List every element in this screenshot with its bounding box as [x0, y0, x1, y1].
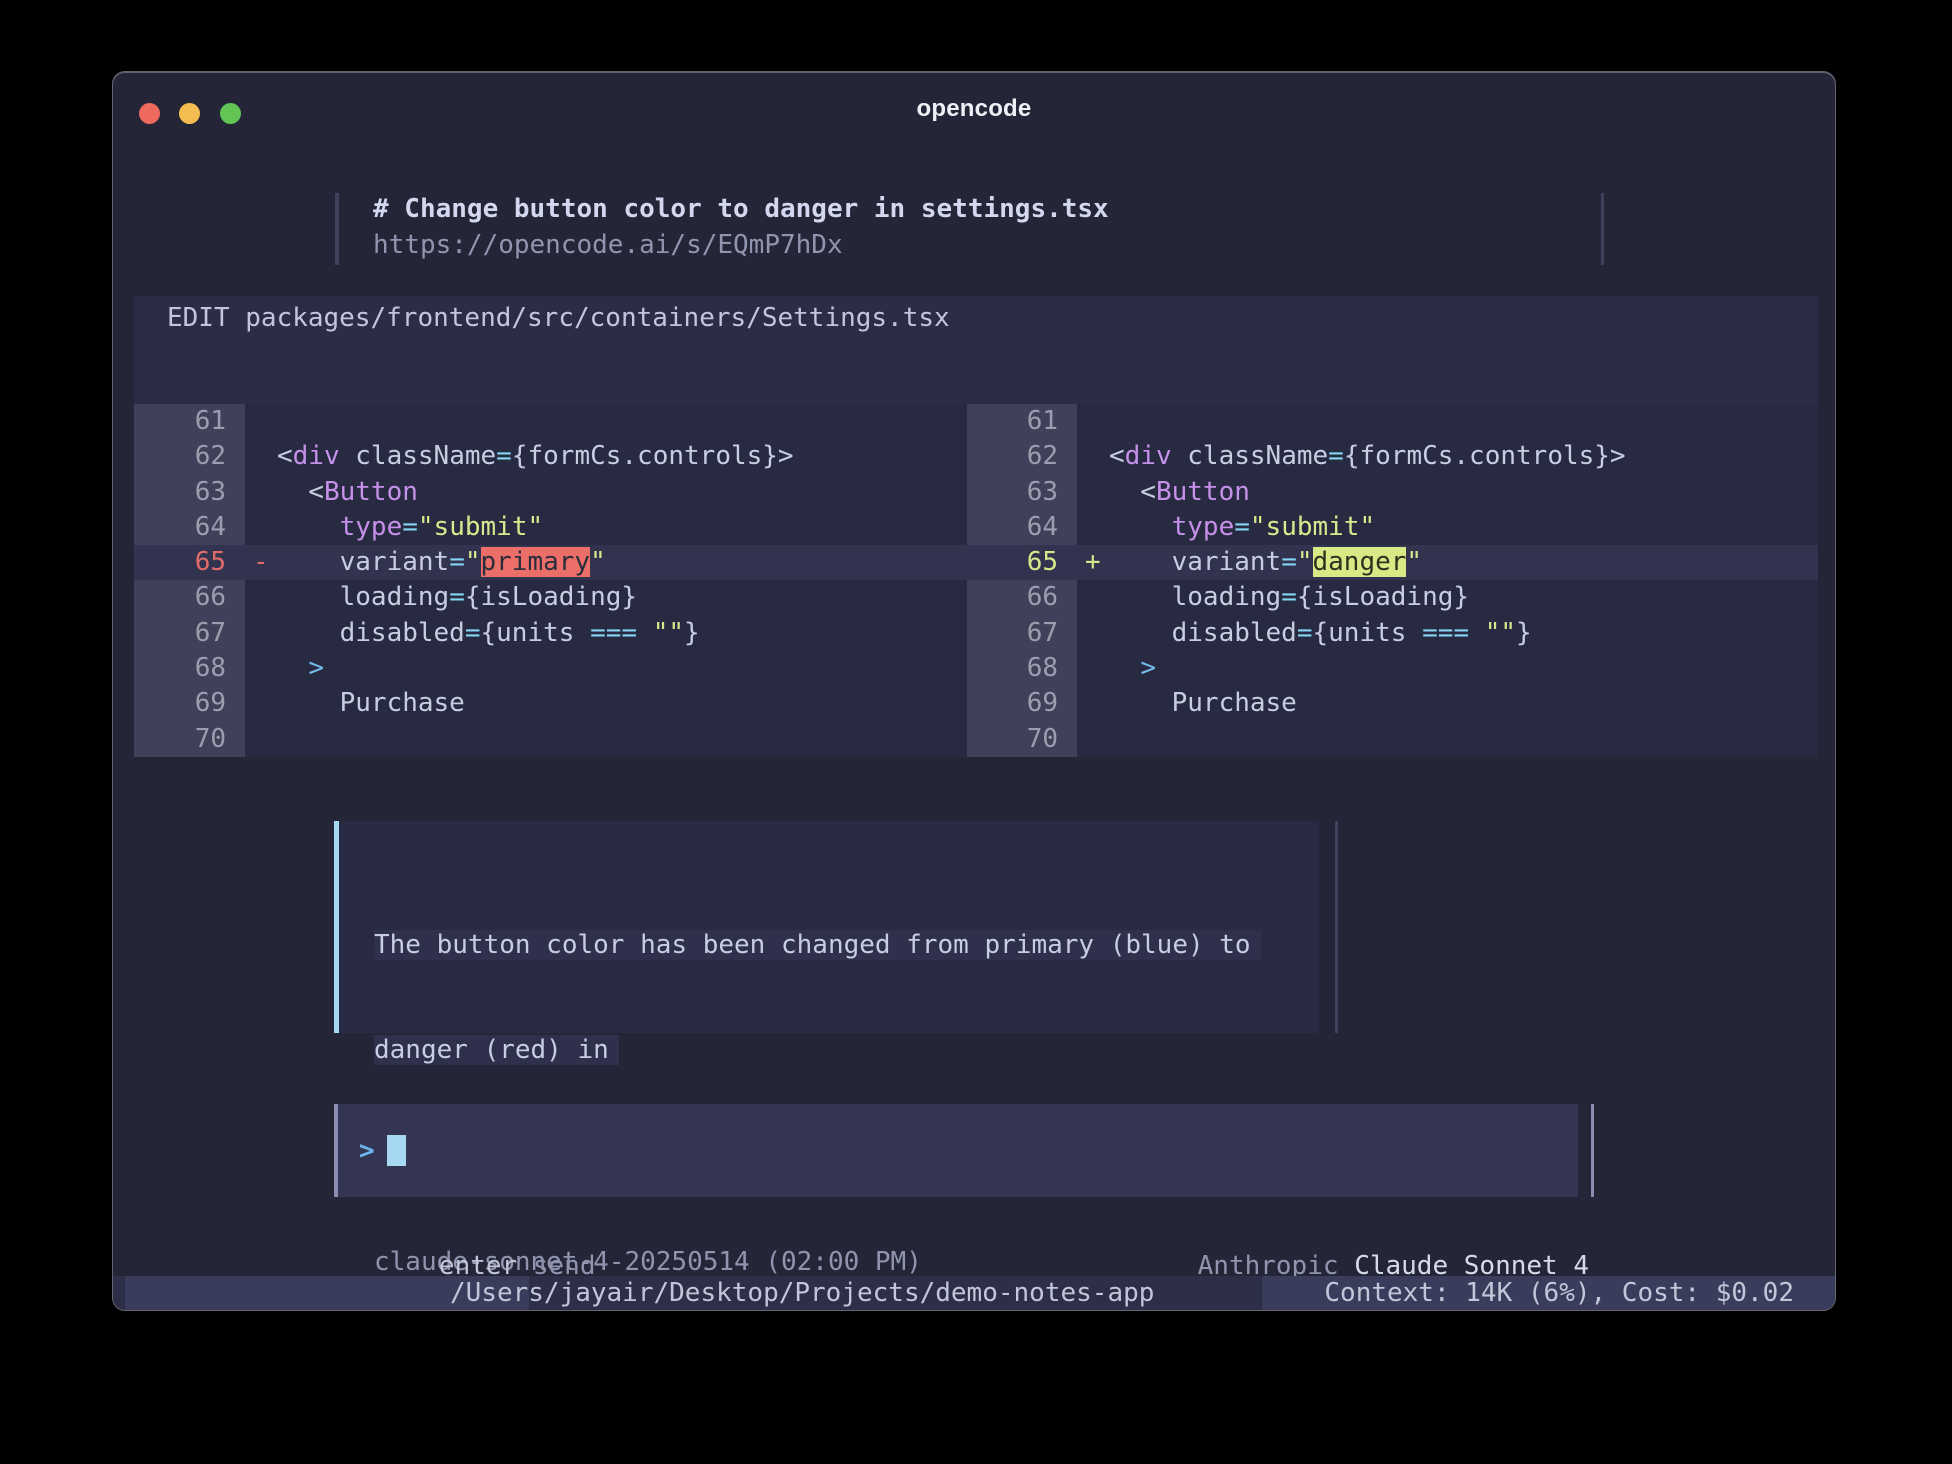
line-number-left: 65 [134, 545, 245, 580]
diff-row-65: 65- variant="primary"65+ variant="danger… [134, 545, 1818, 580]
line-number-right: 68 [967, 651, 1077, 686]
line-number-right: 62 [967, 439, 1077, 474]
prompt-chevron: > [359, 1136, 375, 1166]
removed-line-marker: - [253, 545, 269, 580]
edit-diff-panel: EDIT packages/frontend/src/containers/Se… [134, 296, 1818, 757]
line-number-left: 69 [134, 686, 245, 721]
context-cost-segment: Context: 14K (6%), Cost: $0.02 [1262, 1276, 1836, 1310]
added-line-marker: + [1085, 545, 1101, 580]
diff-row-67: 67 disabled={units === ""}67 disabled={u… [134, 616, 1818, 651]
status-bar: opencode v0.1.156 /Users/jayair/Desktop/… [113, 1276, 1836, 1310]
line-number-right: 61 [967, 404, 1077, 439]
message-line: The button color has been changed from p… [374, 928, 1261, 963]
diff-row-68: 68 >68 > [134, 651, 1818, 686]
code-cell-right: loading={isLoading} [1077, 580, 1818, 615]
message-line: danger (red) in [374, 1033, 1261, 1068]
diff-row-61: 61 61 [134, 404, 1818, 439]
share-url-link[interactable]: https://opencode.ai/s/EQmP7hDx [373, 227, 1615, 263]
code-cell-left: Purchase [245, 686, 967, 721]
diff-rows: 616162<div className={formCs.controls}>6… [134, 404, 1818, 757]
code-cell-left: <Button [245, 475, 967, 510]
diff-row-70: 70 70 [134, 722, 1818, 757]
line-number-right: 66 [967, 580, 1077, 615]
share-left-border [335, 193, 339, 265]
session-title: # Change button color to danger in setti… [373, 191, 1615, 227]
line-number-right: 65 [967, 545, 1077, 580]
code-cell-right: + variant="danger" [1077, 545, 1818, 580]
line-number-left: 70 [134, 722, 245, 757]
code-cell-left: <div className={formCs.controls}> [245, 439, 967, 474]
line-number-left: 68 [134, 651, 245, 686]
line-number-left: 67 [134, 616, 245, 651]
code-cell-right [1077, 722, 1818, 757]
text-cursor [387, 1135, 406, 1166]
code-cell-left: > [245, 651, 967, 686]
message-right-border [1335, 821, 1338, 1033]
code-cell-right: Purchase [1077, 686, 1818, 721]
line-number-left: 61 [134, 404, 245, 439]
line-number-left: 64 [134, 510, 245, 545]
code-cell-left [245, 722, 967, 757]
input-right-border [1591, 1104, 1594, 1197]
working-directory: /Users/jayair/Desktop/Projects/demo-note… [450, 1276, 1154, 1310]
diff-row-66: 66 loading={isLoading}66 loading={isLoad… [134, 580, 1818, 615]
code-cell-right: <Button [1077, 475, 1818, 510]
diff-row-63: 63 <Button63 <Button [134, 475, 1818, 510]
opencode-window: opencode # Change button color to danger… [112, 71, 1836, 1311]
diff-row-69: 69 Purchase69 Purchase [134, 686, 1818, 721]
code-cell-right: <div className={formCs.controls}> [1077, 439, 1818, 474]
code-cell-left: loading={isLoading} [245, 580, 967, 615]
share-right-border [1601, 193, 1604, 265]
line-number-right: 70 [967, 722, 1077, 757]
code-cell-left [245, 404, 967, 439]
code-cell-left: disabled={units === ""} [245, 616, 967, 651]
edit-file-header: EDIT packages/frontend/src/containers/Se… [134, 296, 1818, 404]
code-cell-left: type="submit" [245, 510, 967, 545]
code-cell-right: > [1077, 651, 1818, 686]
diff-row-62: 62<div className={formCs.controls}>62<di… [134, 439, 1818, 474]
window-title: opencode [113, 95, 1835, 123]
line-number-right: 69 [967, 686, 1077, 721]
line-number-right: 63 [967, 475, 1077, 510]
line-number-right: 67 [967, 616, 1077, 651]
prompt-input[interactable]: > [334, 1104, 1594, 1197]
line-number-right: 64 [967, 510, 1077, 545]
code-cell-right [1077, 404, 1818, 439]
line-number-left: 66 [134, 580, 245, 615]
line-number-left: 62 [134, 439, 245, 474]
line-number-left: 63 [134, 475, 245, 510]
code-cell-right: type="submit" [1077, 510, 1818, 545]
code-cell-right: disabled={units === ""} [1077, 616, 1818, 651]
share-header: # Change button color to danger in setti… [335, 191, 1615, 263]
assistant-message: The button color has been changed from p… [334, 821, 1339, 1033]
diff-row-64: 64 type="submit"64 type="submit" [134, 510, 1818, 545]
code-cell-left: - variant="primary" [245, 545, 967, 580]
